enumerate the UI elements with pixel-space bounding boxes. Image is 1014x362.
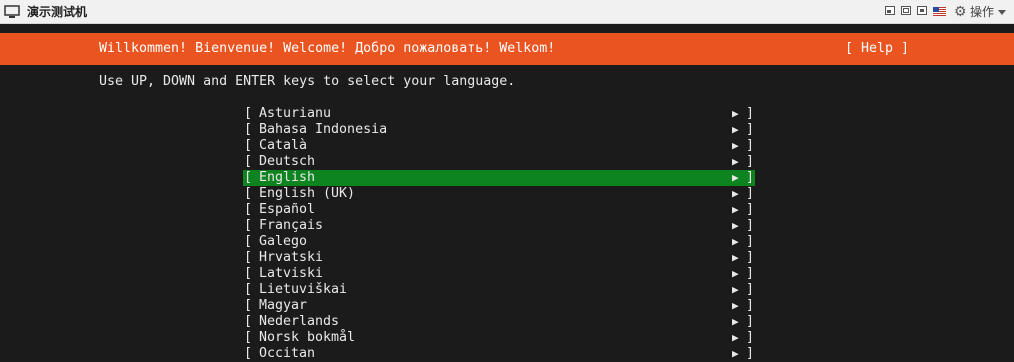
bracket-open: [ xyxy=(244,186,253,201)
arrow-right-icon: ▶ xyxy=(732,107,739,120)
language-option[interactable]: [ Català ▶] xyxy=(243,138,755,154)
bracket-close: ] xyxy=(746,330,755,345)
bracket-close: ] xyxy=(746,186,755,201)
arrow-right-icon: ▶ xyxy=(732,283,739,296)
bracket-close: ] xyxy=(746,314,755,329)
bracket-close: ] xyxy=(746,266,755,281)
language-label: Latviski xyxy=(259,266,324,281)
bracket-open: [ xyxy=(244,266,253,281)
language-option[interactable]: [ English (UK) ▶] xyxy=(243,186,755,202)
bracket-open: [ xyxy=(244,170,253,185)
language-option[interactable]: [ Nederlands ▶] xyxy=(243,314,755,330)
language-label: Galego xyxy=(259,234,308,249)
arrow-right-icon: ▶ xyxy=(732,235,739,248)
language-option[interactable]: [ Español ▶] xyxy=(243,202,755,218)
bracket-close: ] xyxy=(746,138,755,153)
language-label: Deutsch xyxy=(259,154,316,169)
bracket-close: ] xyxy=(746,170,755,185)
bracket-open: [ xyxy=(244,250,253,265)
bracket-close: ] xyxy=(746,106,755,121)
arrow-right-icon: ▶ xyxy=(732,251,739,264)
bracket-open: [ xyxy=(244,282,253,297)
gear-icon[interactable]: ⚙ xyxy=(954,3,969,19)
arrow-right-icon: ▶ xyxy=(732,139,739,152)
language-option[interactable]: [ Latviski ▶] xyxy=(243,266,755,282)
language-label: Lietuviškai xyxy=(259,282,348,297)
bracket-close: ] xyxy=(746,298,755,313)
monitor-icon xyxy=(4,5,20,18)
help-button[interactable]: [ Help ] xyxy=(845,41,909,57)
language-label: Norsk bokmål xyxy=(259,330,356,345)
language-label: Magyar xyxy=(259,298,308,313)
arrow-right-icon: ▶ xyxy=(732,187,739,200)
bracket-open: [ xyxy=(244,106,253,121)
bracket-open: [ xyxy=(244,122,253,137)
language-label: Nederlands xyxy=(259,314,340,329)
bracket-close: ] xyxy=(746,282,755,297)
language-label: Français xyxy=(259,218,324,233)
bracket-close: ] xyxy=(746,122,755,137)
arrow-right-icon: ▶ xyxy=(732,331,739,344)
language-option[interactable]: [ Français ▶] xyxy=(243,218,755,234)
language-option[interactable]: [ Hrvatski ▶] xyxy=(243,250,755,266)
window-restore-icon[interactable] xyxy=(901,6,911,15)
arrow-right-icon: ▶ xyxy=(732,123,739,136)
language-option-selected[interactable]: [ English ▶] xyxy=(243,170,755,186)
language-option[interactable]: [ Asturianu ▶] xyxy=(243,106,755,122)
installer-header-bar: Willkommen! Bienvenue! Welcome! Добро по… xyxy=(0,33,1014,65)
language-option[interactable]: [ Bahasa Indonesia ▶] xyxy=(243,122,755,138)
language-option[interactable]: [ Galego ▶] xyxy=(243,234,755,250)
language-label: Català xyxy=(259,138,308,153)
language-option[interactable]: [ Magyar ▶] xyxy=(243,298,755,314)
arrow-right-icon: ▶ xyxy=(732,203,739,216)
arrow-right-icon: ▶ xyxy=(732,219,739,232)
language-label: Español xyxy=(259,202,316,217)
arrow-right-icon: ▶ xyxy=(732,267,739,280)
bracket-open: [ xyxy=(244,330,253,345)
window-mode-icon[interactable] xyxy=(885,6,895,15)
installer-screen: Willkommen! Bienvenue! Welcome! Добро по… xyxy=(0,24,1014,362)
bracket-open: [ xyxy=(244,298,253,313)
language-option[interactable]: [ Lietuviškai ▶] xyxy=(243,282,755,298)
bracket-open: [ xyxy=(244,314,253,329)
bracket-close: ] xyxy=(746,250,755,265)
arrow-right-icon: ▶ xyxy=(732,155,739,168)
language-label: Hrvatski xyxy=(259,250,324,265)
language-label: Asturianu xyxy=(259,106,332,121)
language-label: English xyxy=(259,170,316,185)
bracket-close: ] xyxy=(746,234,755,249)
language-label: Bahasa Indonesia xyxy=(259,122,388,137)
bracket-close: ] xyxy=(746,154,755,169)
bracket-open: [ xyxy=(244,202,253,217)
bracket-open: [ xyxy=(244,154,253,169)
arrow-right-icon: ▶ xyxy=(732,315,739,328)
chevron-down-icon[interactable] xyxy=(998,10,1006,15)
us-flag-icon[interactable] xyxy=(933,7,946,16)
bracket-open: [ xyxy=(244,138,253,153)
window-title: 演示测试机 xyxy=(27,5,88,19)
bracket-close: ] xyxy=(746,202,755,217)
language-option[interactable]: [ Norsk bokmål ▶] xyxy=(243,330,755,346)
bracket-close: ] xyxy=(746,218,755,233)
instruction-text: Use UP, DOWN and ENTER keys to select yo… xyxy=(99,74,516,89)
vm-title-bar: 演示测试机 ⚙ 操作 xyxy=(0,0,1014,24)
bracket-open: [ xyxy=(244,234,253,249)
arrow-right-icon: ▶ xyxy=(732,299,739,312)
bracket-open: [ xyxy=(244,218,253,233)
terminal-top-strip xyxy=(0,24,1014,32)
language-list: [ Asturianu ▶] [ Bahasa Indonesia ▶] [ Català ▶]… xyxy=(243,106,755,362)
language-label: English (UK) xyxy=(259,186,356,201)
operations-menu-label[interactable]: 操作 xyxy=(970,4,994,20)
window-minimize-icon[interactable] xyxy=(917,6,927,15)
language-option[interactable]: [ Deutsch ▶] xyxy=(243,154,755,170)
welcome-heading: Willkommen! Bienvenue! Welcome! Добро по… xyxy=(99,41,556,56)
arrow-right-icon: ▶ xyxy=(732,171,739,184)
